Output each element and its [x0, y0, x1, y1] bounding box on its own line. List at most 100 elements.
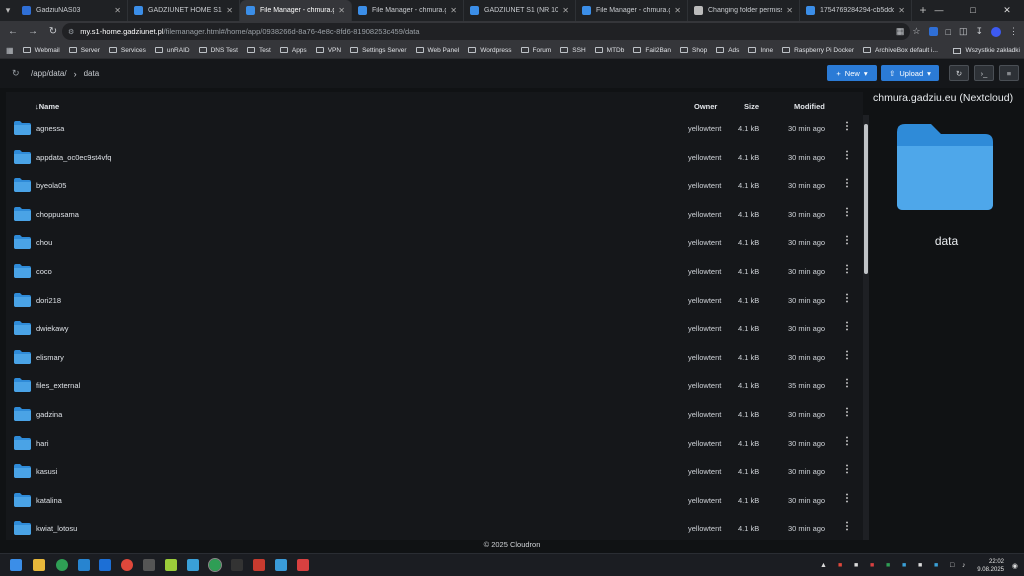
clock[interactable]: 22:02 9.08.2025: [977, 558, 1004, 574]
bookmark-item[interactable]: Fail2Ban: [633, 47, 671, 54]
bookmark-item[interactable]: VPN: [315, 47, 341, 54]
app-icon[interactable]: [143, 559, 155, 571]
upload-button[interactable]: ⇧ Upload ▾: [881, 65, 939, 81]
volume-icon[interactable]: ♪: [962, 562, 966, 569]
bookmark-star-icon[interactable]: ☆: [912, 26, 920, 37]
download-icon[interactable]: ↧: [975, 26, 983, 37]
browser-tab[interactable]: GADZIUNET S1 (NR 102) ✕: [464, 0, 576, 21]
url-bar[interactable]: ⚙ my.s1-home.gadziunet.pl/filemanager.ht…: [62, 23, 910, 40]
scrollbar-thumb[interactable]: [864, 124, 868, 274]
row-menu-icon[interactable]: ⋮: [842, 464, 852, 475]
file-row[interactable]: agnessa yellowtent 4.1 kB 30 min ago ⋮: [6, 114, 863, 143]
bookmark-item[interactable]: Wordpress: [468, 47, 512, 54]
sort-name-header[interactable]: ↓Name: [35, 102, 59, 111]
app-icon[interactable]: [231, 559, 243, 571]
reload-list-button[interactable]: ↻: [949, 65, 969, 81]
extension-bitwarden-icon[interactable]: [928, 27, 938, 36]
row-menu-icon[interactable]: ⋮: [842, 264, 852, 275]
bookmark-item[interactable]: Forum: [520, 47, 551, 54]
bookmark-item[interactable]: Server: [68, 47, 100, 54]
profile-avatar[interactable]: [991, 26, 1001, 37]
tray-icon[interactable]: ■: [918, 562, 922, 569]
close-tab-icon[interactable]: ✕: [338, 6, 345, 15]
breadcrumb-root[interactable]: /app/data/: [31, 69, 67, 78]
sidepanel-icon[interactable]: ◫: [959, 26, 968, 37]
browser-tab[interactable]: GadziuNAS03 ✕: [16, 0, 128, 21]
filezilla-icon[interactable]: [253, 559, 265, 571]
row-menu-icon[interactable]: ⋮: [842, 378, 852, 389]
row-menu-icon[interactable]: ⋮: [842, 150, 852, 161]
row-menu-icon[interactable]: ⋮: [842, 293, 852, 304]
close-tab-icon[interactable]: ✕: [786, 6, 793, 15]
browser-tab[interactable]: File Manager - chmura.gadziu.eu✕: [352, 0, 464, 21]
bookmark-item[interactable]: Shop: [680, 47, 707, 54]
close-tab-icon[interactable]: ✕: [226, 6, 233, 15]
notification-icon[interactable]: ◉: [1012, 562, 1018, 570]
translate-icon[interactable]: ▦: [896, 26, 905, 37]
browser-tab[interactable]: GADZIUNET HOME S1 ✕: [128, 0, 240, 21]
modified-header[interactable]: Modified: [794, 102, 825, 111]
tray-icon[interactable]: ▲: [820, 562, 827, 569]
bookmark-item[interactable]: Test: [246, 47, 271, 54]
browser-tab[interactable]: 1754769284294-cb5ddc1c-0✕: [800, 0, 912, 21]
forward-icon[interactable]: →: [23, 26, 43, 37]
app-icon[interactable]: [78, 559, 90, 571]
tray-icon[interactable]: ■: [886, 562, 890, 569]
file-row[interactable]: gadzina yellowtent 4.1 kB 30 min ago ⋮: [6, 400, 863, 429]
extensions-icon[interactable]: □: [946, 27, 951, 37]
row-menu-icon[interactable]: ⋮: [842, 493, 852, 504]
tray-icon[interactable]: ■: [854, 562, 858, 569]
row-menu-icon[interactable]: ⋮: [842, 350, 852, 361]
bookmark-item[interactable]: Web Panel: [415, 47, 459, 54]
app-icon[interactable]: [121, 559, 133, 571]
tray-icon[interactable]: ■: [838, 562, 842, 569]
file-row[interactable]: coco yellowtent 4.1 kB 30 min ago ⋮: [6, 257, 863, 286]
minimize-icon[interactable]: —: [922, 0, 956, 21]
app-icon[interactable]: [297, 559, 309, 571]
sidebar-toggle-button[interactable]: ≡: [999, 65, 1019, 81]
bookmark-item[interactable]: DNS Test: [198, 47, 238, 54]
file-row[interactable]: elismary yellowtent 4.1 kB 30 min ago ⋮: [6, 343, 863, 372]
row-menu-icon[interactable]: ⋮: [842, 235, 852, 246]
start-icon[interactable]: [10, 559, 22, 571]
breadcrumb-current[interactable]: data: [84, 69, 100, 78]
bookmark-item[interactable]: SSH: [560, 47, 586, 54]
terminal-button[interactable]: ›_: [974, 65, 994, 81]
row-menu-icon[interactable]: ⋮: [842, 178, 852, 189]
file-row[interactable]: byeola05 yellowtent 4.1 kB 30 min ago ⋮: [6, 171, 863, 200]
row-menu-icon[interactable]: ⋮: [842, 207, 852, 218]
file-row[interactable]: choppusama yellowtent 4.1 kB 30 min ago ⋮: [6, 200, 863, 229]
bookmark-item[interactable]: MTDb: [594, 47, 624, 54]
app-icon[interactable]: [275, 559, 287, 571]
row-menu-icon[interactable]: ⋮: [842, 121, 852, 132]
tray-icon[interactable]: ■: [870, 562, 874, 569]
apps-grid-icon[interactable]: ▦: [6, 46, 14, 55]
file-row[interactable]: appdata_oc0ec9st4vfq yellowtent 4.1 kB 30 m…: [6, 143, 863, 172]
bookmark-item[interactable]: Ads: [716, 47, 739, 54]
file-row[interactable]: files_external yellowtent 4.1 kB 35 min ago…: [6, 371, 863, 400]
owner-header[interactable]: Owner: [694, 102, 717, 111]
browser-tab[interactable]: Changing folder permissions ✕: [688, 0, 800, 21]
bookmark-item[interactable]: Services: [108, 47, 146, 54]
bookmark-item[interactable]: Settings Server: [350, 47, 407, 54]
size-header[interactable]: Size: [744, 102, 759, 111]
close-window-icon[interactable]: ✕: [990, 0, 1024, 21]
close-tab-icon[interactable]: ✕: [898, 6, 905, 15]
file-row[interactable]: chou yellowtent 4.1 kB 30 min ago ⋮: [6, 228, 863, 257]
app-icon[interactable]: [187, 559, 199, 571]
bookmark-item[interactable]: unRAID: [154, 47, 190, 54]
file-row[interactable]: katalina yellowtent 4.1 kB 30 min ago ⋮: [6, 486, 863, 515]
app-icon[interactable]: [165, 559, 177, 571]
row-menu-icon[interactable]: ⋮: [842, 521, 852, 532]
explorer-icon[interactable]: [33, 559, 45, 571]
bookmark-item[interactable]: ArchiveBox default i...: [863, 47, 938, 54]
close-tab-icon[interactable]: ✕: [562, 6, 569, 15]
bookmark-item[interactable]: Apps: [279, 47, 307, 54]
bookmark-item[interactable]: Raspberry Pi Docker: [782, 47, 854, 54]
browser-tab[interactable]: File Manager - chmura.gadziu.eu✕: [240, 0, 352, 21]
close-tab-icon[interactable]: ✕: [450, 6, 457, 15]
file-row[interactable]: hari yellowtent 4.1 kB 30 min ago ⋮: [6, 429, 863, 458]
file-row[interactable]: kwiat_lotosu yellowtent 4.1 kB 30 min ago ⋮: [6, 514, 863, 540]
file-row[interactable]: dwiekawy yellowtent 4.1 kB 30 min ago ⋮: [6, 314, 863, 343]
reload-icon[interactable]: ↻: [43, 26, 63, 37]
